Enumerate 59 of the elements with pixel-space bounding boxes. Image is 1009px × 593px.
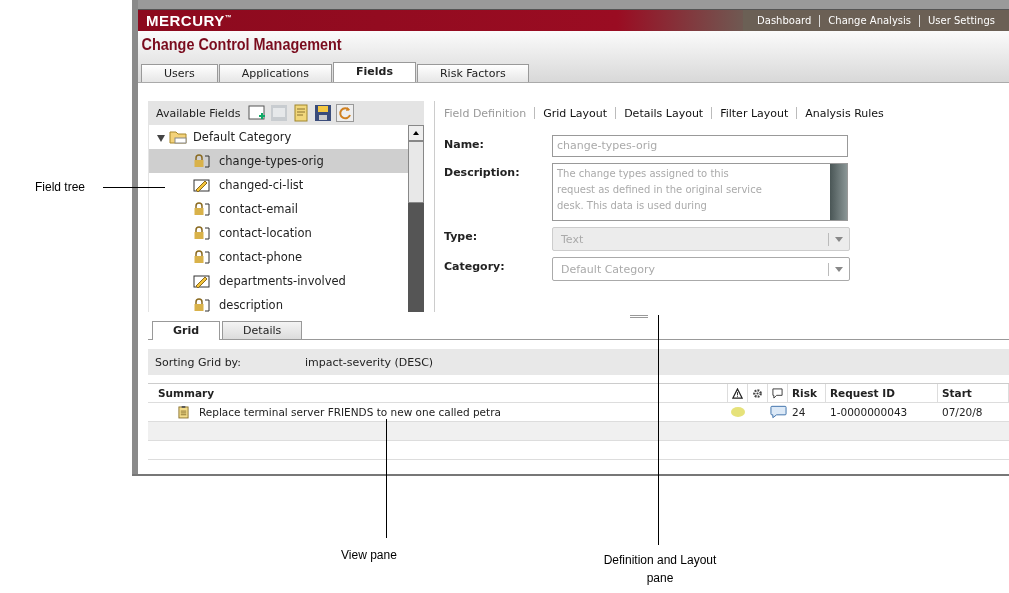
table-cell: Replace terminal server FRIENDS to new one called petra	[199, 406, 501, 418]
save-icon[interactable]	[314, 104, 333, 122]
scroll-up-button[interactable]	[408, 125, 424, 141]
column-header[interactable]: Request ID	[826, 384, 938, 402]
clipboard-icon	[178, 405, 189, 419]
field-label: Name:	[444, 137, 485, 151]
nav-link[interactable]: Dashboard	[749, 15, 820, 26]
section-link[interactable]: Analysis Rules	[797, 106, 892, 120]
pencil-icon	[193, 178, 211, 192]
tree-item[interactable]: Default Category	[149, 125, 408, 149]
column-header[interactable]: Risk	[788, 384, 826, 402]
comment-icon	[772, 387, 783, 399]
field-label: Type:	[444, 229, 479, 243]
section-link[interactable]: Grid Layout	[535, 106, 616, 120]
tab[interactable]: Details	[222, 321, 303, 339]
field-label: Category:	[444, 259, 506, 273]
folder-icon	[169, 130, 187, 144]
app-title: Change Control Management	[140, 35, 343, 54]
gear-icon	[752, 387, 763, 399]
field-label: Description:	[444, 165, 521, 179]
pencil-icon	[193, 274, 211, 288]
tree-item[interactable]: changed-ci-list	[149, 173, 408, 197]
nav-link[interactable]: Change Analysis	[820, 15, 919, 26]
column-header[interactable]: Start	[938, 384, 1009, 402]
panel-title: Available Fields	[156, 106, 241, 120]
add-field-icon[interactable]	[248, 104, 267, 122]
tree-item[interactable]: contact-location	[149, 221, 408, 245]
scrollbar[interactable]	[408, 125, 424, 312]
nav-link[interactable]: User Settings	[920, 15, 1003, 26]
lock-icon	[193, 226, 211, 240]
lock-icon	[193, 250, 211, 264]
tab[interactable]: Users	[141, 64, 218, 82]
warning-icon	[732, 387, 743, 399]
table-cell-text: 07/20/8	[941, 405, 984, 420]
table-cell-text: 24	[791, 405, 807, 420]
lock-icon	[193, 154, 211, 168]
sort-label: Sorting Grid by:	[155, 355, 243, 369]
tree-item[interactable]: description	[149, 293, 408, 312]
sort-value: impact-severity (DESC)	[305, 355, 434, 369]
lock-icon	[193, 298, 211, 312]
callout-label: Field tree	[35, 180, 86, 194]
section-link[interactable]: Filter Layout	[712, 106, 797, 120]
callout-label: View pane	[341, 548, 397, 562]
tree-item[interactable]: contact-phone	[149, 245, 408, 269]
lock-icon	[193, 202, 211, 216]
mercury-logo: MERCURY$^{™}$	[145, 12, 233, 29]
tree-item[interactable]: contact-email	[149, 197, 408, 221]
section-link[interactable]: Details Layout	[616, 106, 712, 120]
scroll-thumb[interactable]	[408, 141, 424, 203]
tab[interactable]: Risk Factors	[416, 64, 529, 82]
remove-field-icon[interactable]	[270, 104, 289, 122]
tab[interactable]: Grid	[152, 321, 221, 340]
tab[interactable]: Applications	[218, 64, 332, 82]
tree-item[interactable]: departments-involved	[149, 269, 408, 293]
table-cell-text: 1-0000000043	[829, 405, 909, 420]
leader-line	[103, 187, 165, 188]
tree-item[interactable]: change-types-orig	[149, 149, 408, 173]
callout-label: Definition and Layout pane	[602, 552, 718, 587]
tab[interactable]: Fields	[333, 62, 416, 82]
